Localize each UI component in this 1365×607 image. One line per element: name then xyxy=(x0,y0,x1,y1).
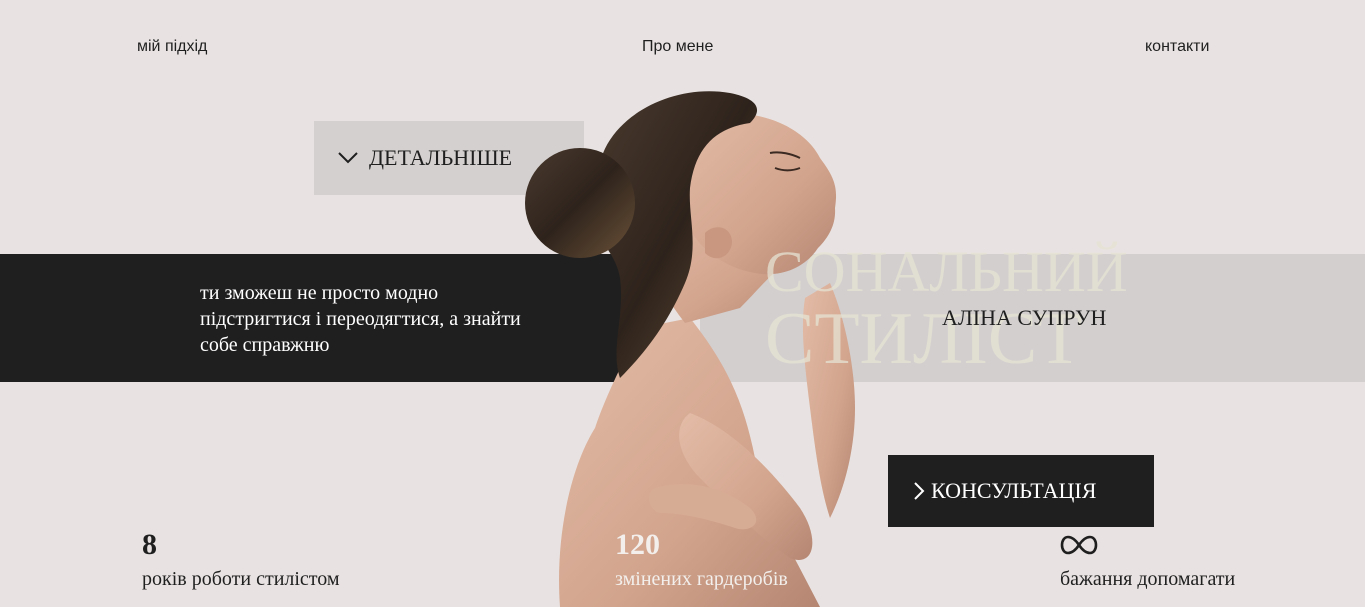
stat-desire: бажання допомагати xyxy=(1060,528,1235,592)
stat-years-value: 8 xyxy=(142,528,157,561)
stat-wardrobes-label: змінених гардеробів xyxy=(615,568,788,590)
chevron-right-icon xyxy=(914,482,925,500)
details-button-label: ДЕТАЛЬНІШЕ xyxy=(369,145,513,170)
stylist-name: АЛІНА СУПРУН xyxy=(942,305,1107,330)
nav-link-about[interactable]: Про мене xyxy=(642,38,713,56)
stat-desire-label: бажання допомагати xyxy=(1060,568,1236,590)
stat-years: 8 років роботи стилістом xyxy=(142,528,340,592)
infinity-icon xyxy=(1060,535,1098,555)
background-title-line1: СОНАЛЬНИЙ xyxy=(765,239,1128,304)
chevron-down-icon xyxy=(338,152,358,164)
stat-years-label: років роботи стилістом xyxy=(142,568,340,590)
stat-wardrobes: 120 змінених гардеробів xyxy=(615,528,788,592)
consultation-button[interactable]: КОНСУЛЬТАЦІЯ xyxy=(888,455,1154,527)
consultation-button-label: КОНСУЛЬТАЦІЯ xyxy=(931,478,1097,503)
stat-wardrobes-value: 120 xyxy=(615,528,660,561)
hero-tagline: ти зможеш не просто модно підстригтися і… xyxy=(200,282,521,356)
nav-link-contacts[interactable]: контакти xyxy=(1145,38,1209,56)
nav-link-approach[interactable]: мій підхід xyxy=(137,38,207,56)
